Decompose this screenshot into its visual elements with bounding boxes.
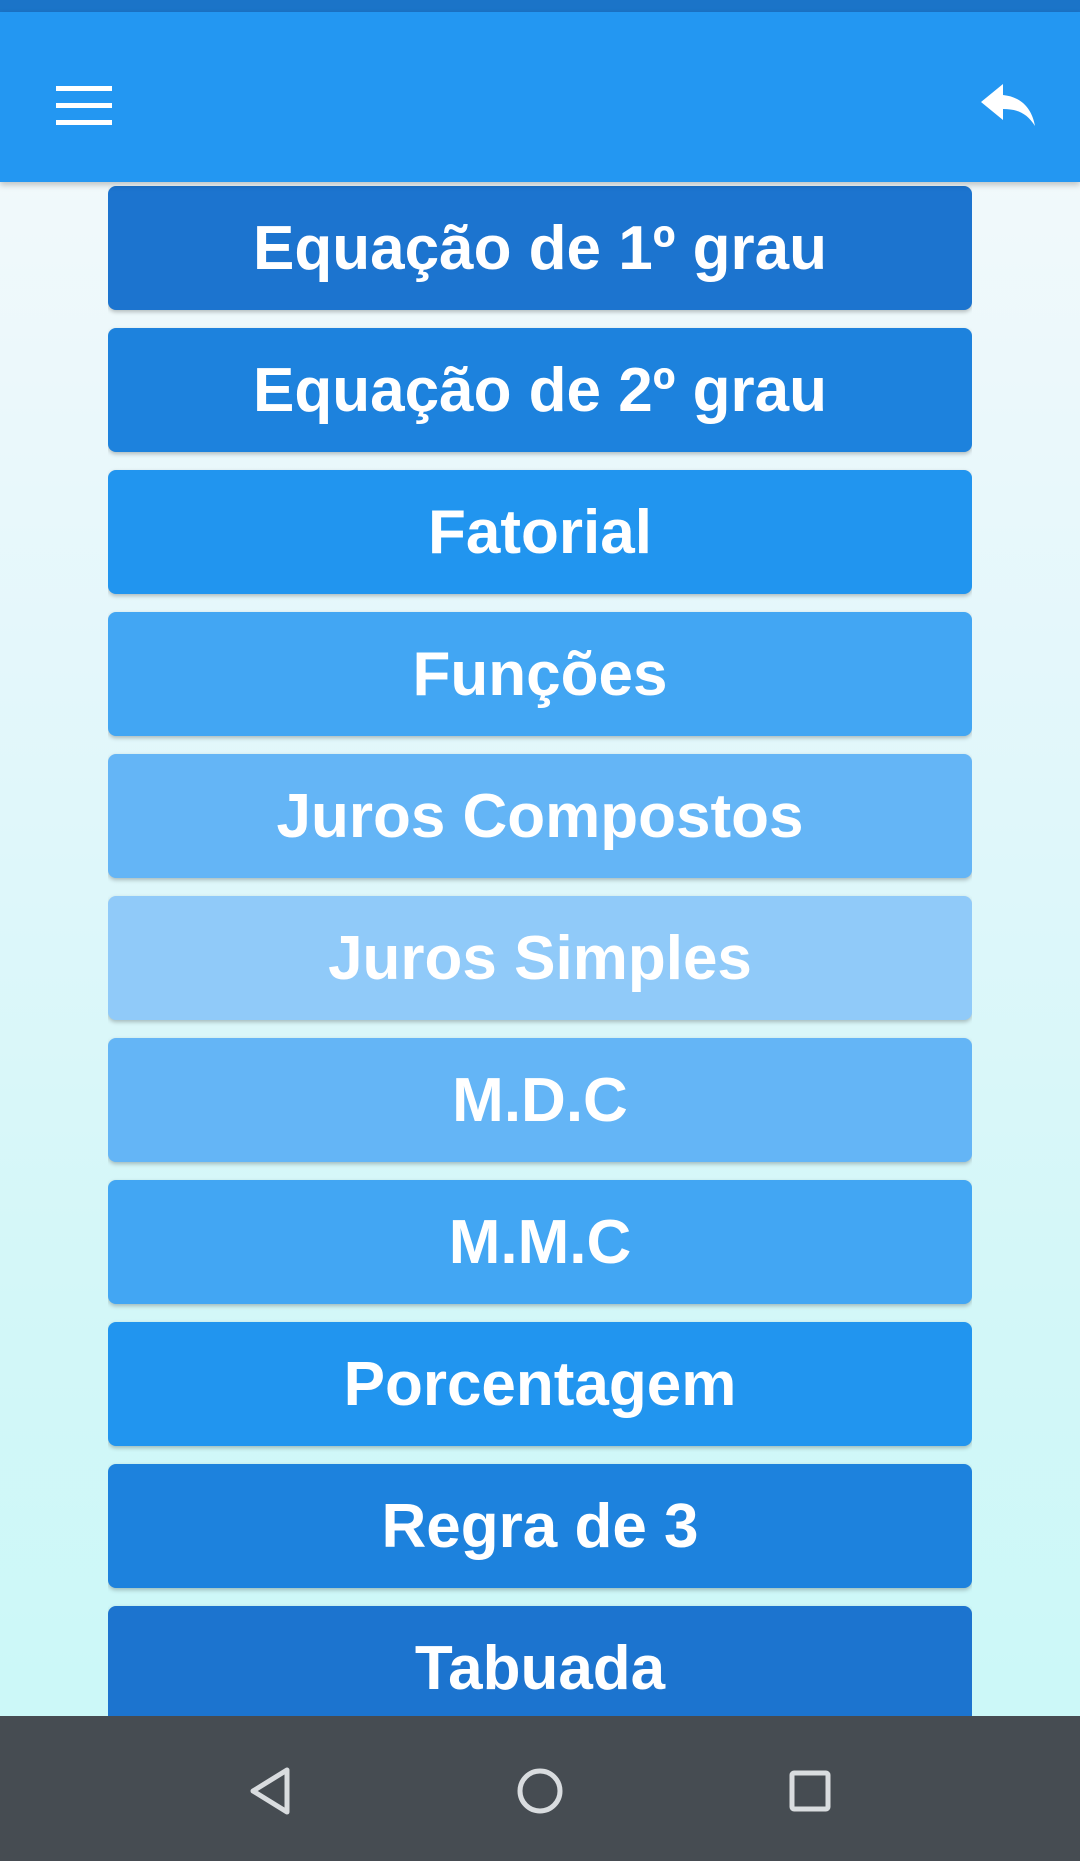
nav-recents-square-icon bbox=[789, 1770, 831, 1812]
menu-item-juros-simples[interactable]: Juros Simples bbox=[108, 896, 972, 1020]
menu-item-porcentagem[interactable]: Porcentagem bbox=[108, 1322, 972, 1446]
menu-button[interactable] bbox=[40, 62, 128, 150]
nav-home-button[interactable] bbox=[495, 1746, 585, 1836]
back-button[interactable] bbox=[964, 62, 1052, 150]
menu-item-fatorial[interactable]: Fatorial bbox=[108, 470, 972, 594]
nav-recents-button[interactable] bbox=[765, 1746, 855, 1836]
menu-item-regra-de-3[interactable]: Regra de 3 bbox=[108, 1464, 972, 1588]
reply-arrow-icon bbox=[981, 84, 1035, 126]
menu-item-funcoes[interactable]: Funções bbox=[108, 612, 972, 736]
nav-back-button[interactable] bbox=[225, 1746, 315, 1836]
calculator-menu-list: Equação de 1º grau Equação de 2º grau Fa… bbox=[108, 186, 972, 1716]
menu-item-equacao-2-grau[interactable]: Equação de 2º grau bbox=[108, 328, 972, 452]
menu-item-mdc[interactable]: M.D.C bbox=[108, 1038, 972, 1162]
hamburger-menu-icon bbox=[56, 86, 112, 125]
menu-item-mmc[interactable]: M.M.C bbox=[108, 1180, 972, 1304]
system-navigation-bar bbox=[0, 1716, 1080, 1861]
status-bar bbox=[0, 0, 1080, 12]
menu-item-equacao-1-grau[interactable]: Equação de 1º grau bbox=[108, 186, 972, 310]
app-bar bbox=[0, 12, 1080, 182]
menu-item-juros-compostos[interactable]: Juros Compostos bbox=[108, 754, 972, 878]
menu-item-tabuada[interactable]: Tabuada bbox=[108, 1606, 972, 1716]
nav-home-circle-icon bbox=[517, 1768, 563, 1814]
nav-back-triangle-icon bbox=[250, 1767, 290, 1815]
